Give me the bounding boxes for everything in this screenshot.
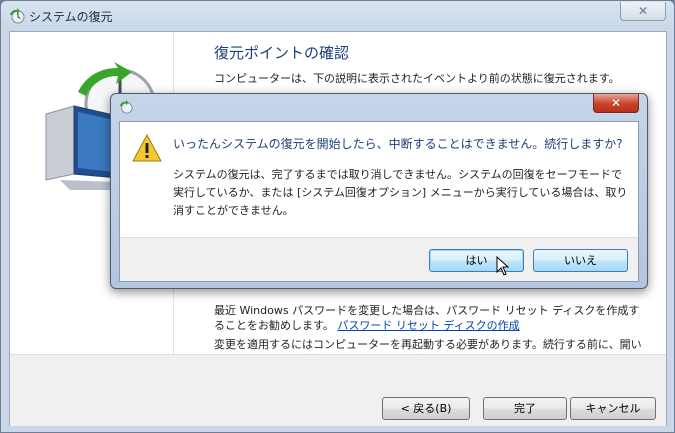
password-reset-disk-link[interactable]: パスワード リセット ディスクの作成 — [337, 319, 519, 332]
wizard-footer: < 戻る(B) 完了 キャンセル — [10, 354, 666, 426]
dialog-footer: はい いいえ — [120, 237, 638, 281]
close-icon: ✕ — [610, 96, 622, 110]
system-restore-icon — [119, 100, 133, 114]
cancel-button[interactable]: キャンセル — [570, 397, 656, 420]
window-close-button[interactable]: ✕ — [620, 2, 666, 21]
title-bar[interactable]: システムの復元 ✕ — [1, 1, 674, 31]
warning-icon — [132, 134, 162, 162]
back-button[interactable]: < 戻る(B) — [382, 397, 470, 420]
close-icon: ✕ — [637, 4, 649, 18]
dialog-body-text: システムの復元は、完了するまでは取り消しできません。システムの回復をセーフモード… — [173, 168, 628, 217]
dialog-close-button[interactable]: ✕ — [593, 94, 639, 113]
system-restore-icon — [10, 8, 25, 24]
dialog-main-instruction: いったんシステムの復元を開始したら、中断することはできません。続行しますか? — [173, 137, 623, 151]
finish-button[interactable]: 完了 — [483, 397, 567, 420]
confirm-dialog: ✕ いったんシステムの復元を開始したら、中断することはできません。続行しますか?… — [110, 93, 648, 289]
window-title: システムの復元 — [29, 10, 113, 24]
dialog-content: いったんシステムの復元を開始したら、中断することはできません。続行しますか? シ… — [119, 121, 639, 282]
password-note: 最近 Windows パスワードを変更した場合は、パスワード リセット ディスク… — [214, 303, 644, 333]
no-button[interactable]: いいえ — [533, 249, 628, 272]
page-title: 復元ポイントの確認 — [214, 44, 350, 62]
mouse-cursor-icon — [496, 256, 510, 276]
page-description: コンピューターは、下の説明に表示されたイベントより前の状態に復元されます。 — [214, 72, 620, 85]
